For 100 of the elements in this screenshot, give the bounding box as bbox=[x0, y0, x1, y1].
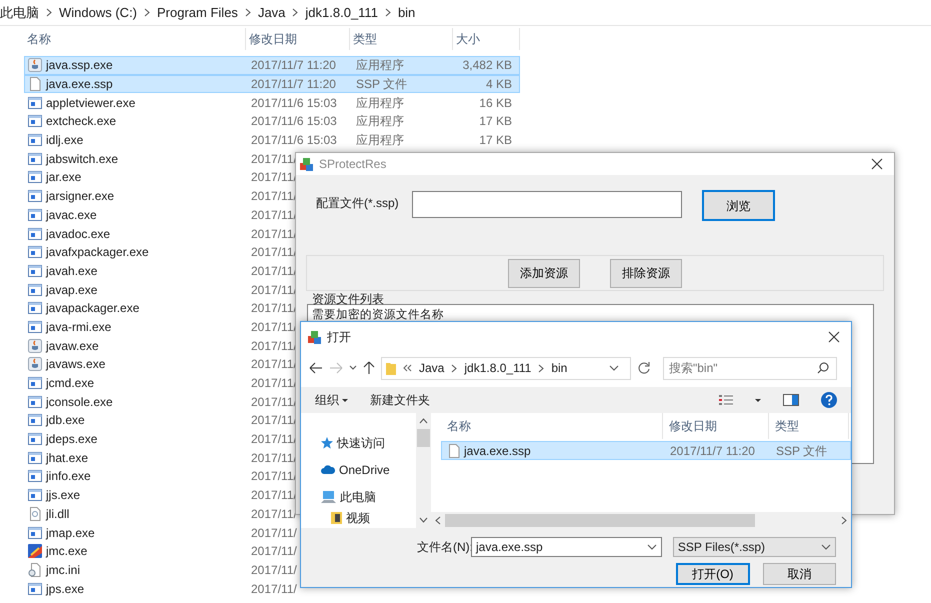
file-row[interactable]: javadoc.exe 2017/11/ bbox=[24, 224, 295, 243]
file-row[interactable]: jinfo.exe 2017/11/ bbox=[24, 467, 295, 486]
cup-icon bbox=[28, 58, 42, 72]
chevron-icon bbox=[292, 8, 298, 17]
toolbar-button[interactable]: 新建文件夹 bbox=[370, 391, 430, 409]
search-field[interactable]: 搜索"bin" bbox=[663, 356, 837, 380]
file-row[interactable]: jar.exe 2017/11/ bbox=[24, 168, 295, 187]
scroll-thumb[interactable] bbox=[445, 514, 755, 526]
scroll-thumb[interactable] bbox=[417, 429, 430, 447]
file-row[interactable]: java.exe.ssp 2017/11/7 11:20 SSP 文件 4 KB bbox=[24, 74, 520, 94]
file-name: jmc.exe bbox=[46, 543, 88, 560]
program-icon bbox=[28, 152, 42, 166]
file-row[interactable]: extcheck.exe 2017/11/6 15:03 应用程序 17 KB bbox=[24, 112, 520, 131]
file-row[interactable]: jcmd.exe 2017/11/ bbox=[24, 374, 295, 392]
date-cell: 2017/11/ bbox=[251, 432, 297, 446]
file-row[interactable]: jdb.exe 2017/11/ bbox=[24, 411, 295, 430]
caret-icon[interactable] bbox=[349, 365, 357, 371]
filename-field[interactable]: java.exe.ssp bbox=[471, 537, 662, 557]
preview-pane-icon[interactable] bbox=[783, 394, 799, 406]
nav-item[interactable]: OneDrive bbox=[321, 456, 416, 483]
column-header[interactable]: 类型 bbox=[350, 28, 453, 50]
program-icon bbox=[28, 96, 42, 110]
breadcrumb-item[interactable]: Windows (C:) bbox=[59, 2, 138, 22]
horizontal-scrollbar[interactable] bbox=[431, 512, 851, 528]
nav-item[interactable]: 快速访问 bbox=[321, 429, 416, 456]
browse-button[interactable]: 浏览 bbox=[702, 190, 775, 221]
date-cell: 2017/11/ bbox=[251, 320, 297, 334]
caret-icon[interactable] bbox=[755, 398, 761, 402]
scroll-right-icon[interactable] bbox=[841, 516, 847, 524]
field-label: 配置文件(*.ssp) bbox=[316, 194, 400, 212]
file-row[interactable]: javaw.exe 2017/11/ bbox=[24, 336, 295, 355]
action-button[interactable]: 排除资源 bbox=[610, 258, 682, 288]
scroll-up-icon[interactable] bbox=[419, 418, 428, 424]
dialog-button[interactable]: 打开(O) bbox=[676, 563, 750, 585]
file-row[interactable]: jmap.exe 2017/11/ bbox=[24, 523, 295, 542]
date-cell: 2017/11/ bbox=[251, 376, 297, 390]
file-row[interactable]: jdeps.exe 2017/11/ bbox=[24, 430, 295, 448]
column-header[interactable]: 修改日期 bbox=[663, 413, 769, 439]
column-header[interactable]: 类型 bbox=[769, 413, 849, 439]
address-bar[interactable]: Java jdk1.8.0_111 bin bbox=[381, 356, 631, 380]
config-file-field[interactable] bbox=[412, 190, 682, 218]
file-row[interactable]: javaws.exe 2017/11/ bbox=[24, 355, 295, 374]
date-cell: 2017/11/ bbox=[251, 189, 297, 204]
file-row[interactable]: javah.exe 2017/11/ bbox=[24, 262, 295, 280]
column-header[interactable]: 大小 bbox=[453, 28, 520, 50]
file-name: javah.exe bbox=[46, 262, 98, 280]
help-icon[interactable] bbox=[821, 392, 837, 408]
file-row[interactable]: jps.exe 2017/11/ bbox=[24, 579, 295, 598]
file-row[interactable]: appletviewer.exe 2017/11/6 15:03 应用程序 16 KB bbox=[24, 93, 520, 112]
chevron-down-icon[interactable] bbox=[609, 365, 619, 371]
toolbar-button[interactable]: 组织 bbox=[315, 391, 348, 409]
program-icon bbox=[28, 413, 42, 428]
size-cell: 16 KB bbox=[479, 96, 512, 110]
path-segment[interactable]: bin bbox=[551, 359, 568, 377]
program-icon bbox=[28, 376, 42, 390]
file-row[interactable]: javafxpackager.exe 2017/11/ bbox=[24, 242, 295, 262]
file-row[interactable]: jmc.exe 2017/11/ bbox=[24, 542, 295, 561]
breadcrumb-item[interactable]: Program Files bbox=[157, 2, 238, 22]
file-row[interactable]: javap.exe 2017/11/ bbox=[24, 280, 295, 299]
up-arrow-icon[interactable] bbox=[363, 361, 375, 375]
date-cell: 2017/11/ bbox=[251, 582, 297, 596]
column-header[interactable]: 修改日期 bbox=[246, 28, 350, 50]
file-row[interactable]: jmc.ini 2017/11/ bbox=[24, 560, 295, 580]
file-row[interactable]: jjs.exe 2017/11/ bbox=[24, 486, 295, 504]
file-row[interactable]: javac.exe 2017/11/ bbox=[24, 206, 295, 224]
breadcrumb-item[interactable]: jdk1.8.0_111 bbox=[305, 2, 378, 22]
file-row[interactable]: jabswitch.exe 2017/11/ bbox=[24, 149, 295, 168]
column-header[interactable]: 名称 bbox=[24, 28, 246, 50]
file-row[interactable]: idlj.exe 2017/11/6 15:03 应用程序 17 KB bbox=[24, 130, 520, 150]
breadcrumb-item[interactable]: bin bbox=[398, 2, 416, 22]
scroll-down-icon[interactable] bbox=[419, 517, 428, 523]
date-cell: 2017/11/ bbox=[251, 526, 297, 540]
list-view-icon[interactable] bbox=[719, 394, 733, 406]
scroll-left-icon[interactable] bbox=[435, 516, 441, 524]
file-row[interactable]: javapackager.exe 2017/11/ bbox=[24, 298, 295, 318]
file-row[interactable]: jconsole.exe 2017/11/ bbox=[24, 392, 295, 412]
column-header[interactable]: 名称 bbox=[441, 413, 663, 439]
nav-item[interactable]: 此电脑 bbox=[321, 483, 416, 510]
file-row[interactable]: jli.dll 2017/11/ bbox=[24, 504, 295, 524]
path-segment[interactable]: Java bbox=[419, 359, 444, 377]
back-arrow-icon[interactable] bbox=[309, 362, 323, 374]
file-row[interactable]: jhat.exe 2017/11/ bbox=[24, 448, 295, 468]
nav-label: OneDrive bbox=[339, 462, 390, 478]
refresh-icon[interactable] bbox=[637, 361, 651, 375]
breadcrumb-item[interactable]: 此电脑 bbox=[0, 2, 39, 22]
file-type-dropdown[interactable]: SSP Files(*.ssp) bbox=[672, 537, 836, 557]
file-name: java.exe.ssp bbox=[464, 442, 531, 460]
file-row[interactable]: java.exe.ssp 2017/11/7 11:20 SSP 文件 bbox=[441, 441, 851, 460]
file-row[interactable]: java-rmi.exe 2017/11/ bbox=[24, 318, 295, 336]
action-button[interactable]: 添加资源 bbox=[508, 258, 580, 288]
chevron-down-icon[interactable] bbox=[646, 544, 657, 550]
nav-item[interactable]: 视频 bbox=[331, 510, 416, 526]
file-row[interactable]: java.ssp.exe 2017/11/7 11:20 应用程序 3,482 KB bbox=[24, 56, 520, 75]
file-row[interactable]: jarsigner.exe 2017/11/ bbox=[24, 186, 295, 206]
cubes-icon bbox=[307, 330, 322, 344]
program-icon bbox=[28, 582, 42, 596]
path-segment[interactable]: jdk1.8.0_111 bbox=[464, 359, 532, 377]
dialog-button[interactable]: 取消 bbox=[762, 563, 836, 585]
breadcrumb-item[interactable]: Java bbox=[258, 2, 286, 22]
chevron-down-icon[interactable] bbox=[821, 544, 831, 550]
